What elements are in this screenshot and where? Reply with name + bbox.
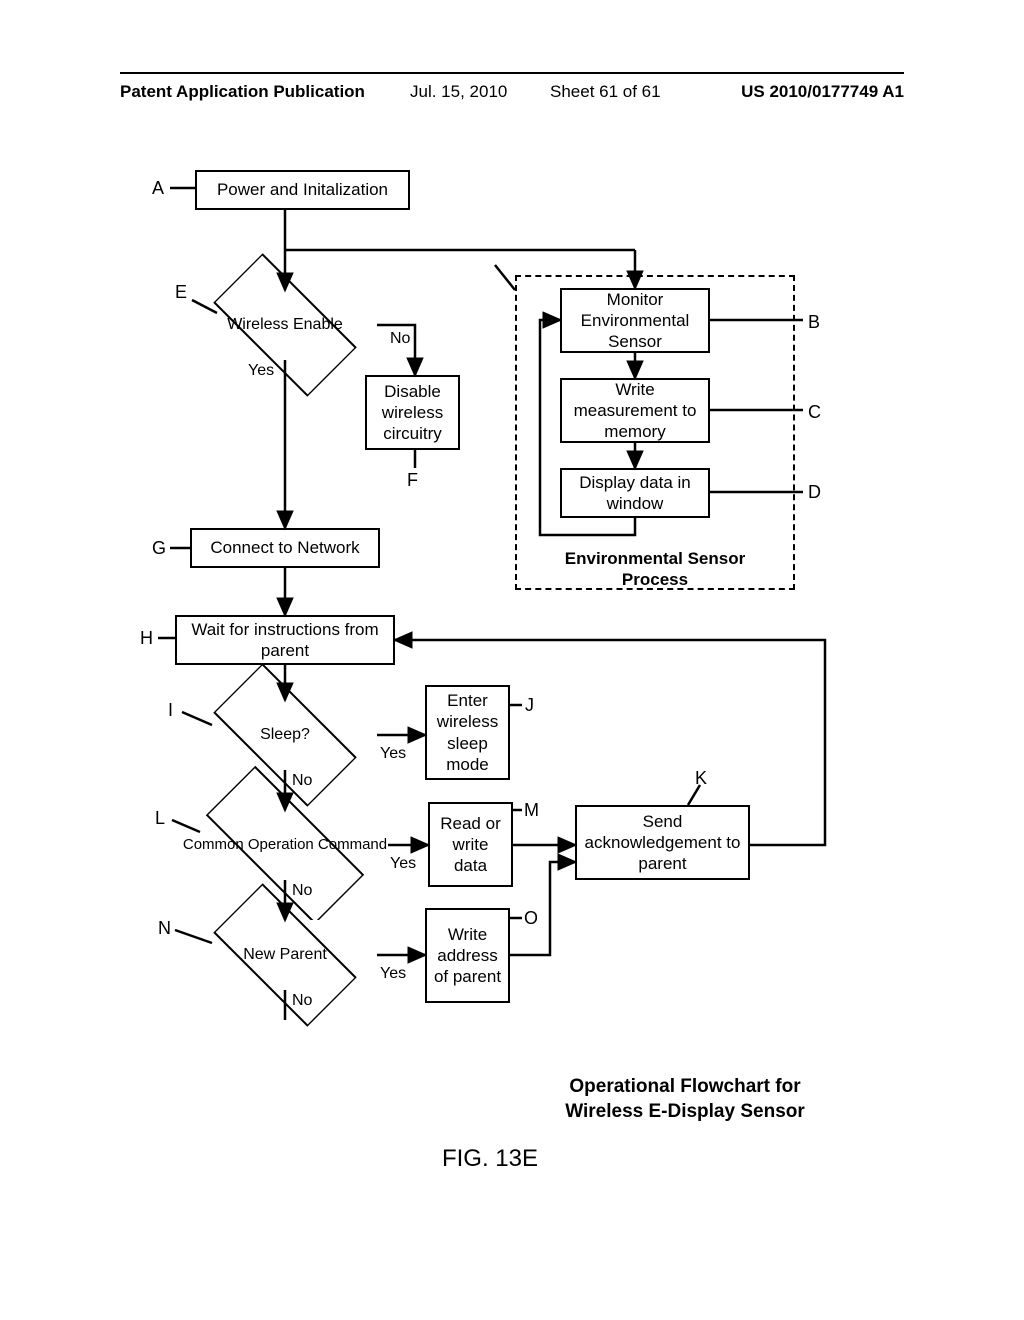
edge-e-no: No xyxy=(390,330,410,348)
node-sleep: Sleep? xyxy=(190,700,380,770)
node-wait-instructions: Wait for instructions from parent xyxy=(175,615,395,665)
header-sheet: Sheet 61 of 61 xyxy=(550,82,661,102)
edge-n-no: No xyxy=(292,992,312,1010)
node-new-parent-label: New Parent xyxy=(190,920,380,990)
node-common-op-label: Common Operation Command xyxy=(175,810,395,880)
ref-a: A xyxy=(152,178,164,199)
caption: Operational Flowchart forWireless E-Disp… xyxy=(545,1075,825,1124)
ref-d: D xyxy=(808,482,821,503)
node-write-address: Write address of parent xyxy=(425,908,510,1003)
ref-j: J xyxy=(525,695,534,716)
ref-h: H xyxy=(140,628,153,649)
figure-label: FIG. 13E xyxy=(390,1145,590,1173)
node-write-memory: Write measurement to memory xyxy=(560,378,710,443)
node-wireless-enable: Wireless Enable xyxy=(190,290,380,360)
node-common-op: Common Operation Command xyxy=(175,810,395,880)
flowchart-diagram: Power and Initalization A Wireless Enabl… xyxy=(120,160,880,1160)
edge-i-no: No xyxy=(292,772,312,790)
edge-e-yes: Yes xyxy=(248,362,274,380)
edge-l-no: No xyxy=(292,882,312,900)
node-sleep-mode: Enter wireless sleep mode xyxy=(425,685,510,780)
ref-c: C xyxy=(808,402,821,423)
edge-i-yes: Yes xyxy=(380,745,406,763)
node-sleep-label: Sleep? xyxy=(190,700,380,770)
page: Patent Application Publication Jul. 15, … xyxy=(0,0,1024,1320)
ref-m: M xyxy=(524,800,539,821)
ref-k: K xyxy=(695,768,707,789)
header-appnum: US 2010/0177749 A1 xyxy=(741,82,904,102)
header-rule xyxy=(120,72,904,74)
node-new-parent: New Parent xyxy=(190,920,380,990)
node-read-write: Read or write data xyxy=(428,802,513,887)
node-send-ack: Send acknowledgement to parent xyxy=(575,805,750,880)
header-date: Jul. 15, 2010 xyxy=(410,82,507,102)
ref-n: N xyxy=(158,918,171,939)
ref-b: B xyxy=(808,312,820,333)
group-env-sensor-title: Environmental Sensor Process xyxy=(560,548,750,591)
ref-i: I xyxy=(168,700,173,721)
ref-g: G xyxy=(152,538,166,559)
node-monitor-env: Monitor Environmental Sensor xyxy=(560,288,710,353)
ref-e: E xyxy=(175,282,187,303)
ref-f: F xyxy=(407,470,418,491)
edge-n-yes: Yes xyxy=(380,965,406,983)
header-publication: Patent Application Publication xyxy=(120,82,365,102)
node-display-data: Display data in window xyxy=(560,468,710,518)
node-power-init: Power and Initalization xyxy=(195,170,410,210)
node-wireless-enable-label: Wireless Enable xyxy=(190,290,380,360)
ref-o: O xyxy=(524,908,538,929)
ref-l: L xyxy=(155,808,165,829)
node-disable-wireless: Disable wireless circuitry xyxy=(365,375,460,450)
edge-l-yes: Yes xyxy=(390,855,416,873)
node-connect-network: Connect to Network xyxy=(190,528,380,568)
